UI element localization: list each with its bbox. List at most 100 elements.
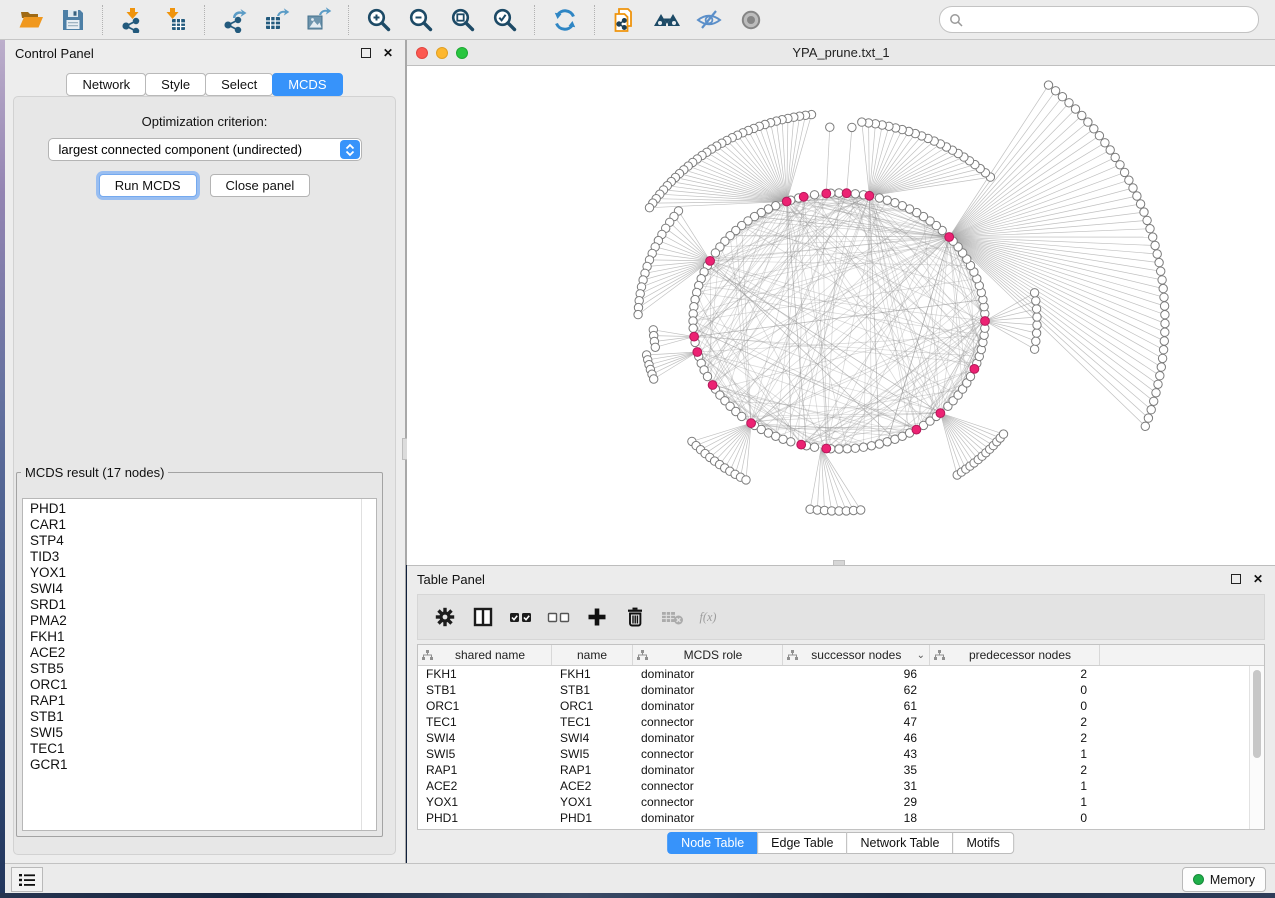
network-window-titlebar: YPA_prune.txt_1 <box>407 40 1275 66</box>
node-table-body: FKH1FKH1dominator962STB1STB1dominator620… <box>418 666 1264 826</box>
deselect-all-checks-icon[interactable] <box>546 604 572 630</box>
export-image-icon[interactable] <box>304 5 334 35</box>
optimization-criterion-label: Optimization criterion: <box>14 114 395 129</box>
mcds-result-item[interactable]: ACE2 <box>30 645 360 661</box>
table-row[interactable]: TEC1TEC1connector472 <box>418 714 1264 730</box>
mcds-result-item[interactable]: FKH1 <box>30 629 360 645</box>
cell-name: TEC1 <box>552 715 633 729</box>
open-file-icon[interactable] <box>16 5 46 35</box>
mcds-result-item[interactable]: SWI5 <box>30 725 360 741</box>
mcds-result-item[interactable]: ORC1 <box>30 677 360 693</box>
cell-mcds-role: connector <box>633 779 783 793</box>
export-table-icon[interactable] <box>262 5 292 35</box>
column-header-name[interactable]: name <box>552 645 633 665</box>
cell-name: FKH1 <box>552 667 633 681</box>
network-from-document-icon[interactable] <box>610 5 640 35</box>
tab-motifs[interactable]: Motifs <box>952 832 1013 854</box>
float-panel-button[interactable] <box>359 46 373 60</box>
show-all-icon[interactable] <box>736 5 766 35</box>
table-row[interactable]: STB1STB1dominator620 <box>418 682 1264 698</box>
hide-selected-icon[interactable] <box>694 5 724 35</box>
table-row[interactable]: SWI5SWI5connector431 <box>418 746 1264 762</box>
table-row[interactable]: PHD1PHD1dominator180 <box>418 810 1264 826</box>
search-box[interactable] <box>939 6 1259 33</box>
mcds-result-item[interactable]: PHD1 <box>30 501 360 517</box>
column-tree-icon <box>637 650 648 660</box>
table-row[interactable]: FKH1FKH1dominator962 <box>418 666 1264 682</box>
float-table-panel-button[interactable] <box>1229 572 1243 586</box>
mcds-result-item[interactable]: SRD1 <box>30 597 360 613</box>
table-row[interactable]: ORC1ORC1dominator610 <box>418 698 1264 714</box>
table-options-icon[interactable] <box>432 604 458 630</box>
export-network-icon[interactable] <box>220 5 250 35</box>
zoom-selected-icon[interactable] <box>490 5 520 35</box>
table-scrollbar[interactable] <box>1249 666 1264 829</box>
mcds-result-item[interactable]: PMA2 <box>30 613 360 629</box>
close-panel-button[interactable]: ✕ <box>381 46 395 60</box>
column-header-successor-nodes[interactable]: successor nodes⌄ <box>783 645 930 665</box>
first-neighbors-icon[interactable] <box>652 5 682 35</box>
mcds-list-scrollbar[interactable] <box>361 499 376 830</box>
close-table-panel-button[interactable]: ✕ <box>1251 572 1265 586</box>
mcds-result-item[interactable]: RAP1 <box>30 693 360 709</box>
mcds-result-item[interactable]: YOX1 <box>30 565 360 581</box>
mcds-result-item[interactable]: STP4 <box>30 533 360 549</box>
tab-mcds[interactable]: MCDS <box>272 73 342 96</box>
tab-network[interactable]: Network <box>66 73 146 96</box>
zoom-fit-icon[interactable] <box>448 5 478 35</box>
select-stepper-icon <box>340 140 360 159</box>
add-entry-icon[interactable] <box>584 604 610 630</box>
cell-predecessor-nodes: 1 <box>930 779 1100 793</box>
cell-mcds-role: dominator <box>633 683 783 697</box>
delete-entry-icon[interactable] <box>622 604 648 630</box>
save-session-icon[interactable] <box>58 5 88 35</box>
tab-edge-table[interactable]: Edge Table <box>757 832 847 854</box>
node-table: shared namenameMCDS rolesuccessor nodes⌄… <box>417 644 1265 830</box>
cell-successor-nodes: 18 <box>783 811 930 825</box>
cell-shared-name: RAP1 <box>418 763 552 777</box>
cell-mcds-role: connector <box>633 795 783 809</box>
zoom-in-icon[interactable] <box>364 5 394 35</box>
mcds-result-item[interactable]: TEC1 <box>30 741 360 757</box>
table-scrollbar-thumb[interactable] <box>1253 670 1261 758</box>
criterion-select[interactable]: largest connected component (undirected) <box>48 138 362 161</box>
control-panel-header: Control Panel ✕ <box>5 40 405 66</box>
network-graph-canvas[interactable] <box>407 65 1275 565</box>
run-mcds-button[interactable]: Run MCDS <box>99 174 197 197</box>
cell-successor-nodes: 29 <box>783 795 930 809</box>
tab-node-table[interactable]: Node Table <box>667 832 758 854</box>
tab-network-table[interactable]: Network Table <box>847 832 954 854</box>
toolbar-separator <box>534 5 536 35</box>
show-columns-icon[interactable] <box>470 604 496 630</box>
mcds-result-item[interactable]: SWI4 <box>30 581 360 597</box>
tab-select[interactable]: Select <box>205 73 273 96</box>
cell-predecessor-nodes: 2 <box>930 715 1100 729</box>
apply-preferred-layout-icon[interactable] <box>550 5 580 35</box>
table-row[interactable]: SWI4SWI4dominator462 <box>418 730 1264 746</box>
show-hide-panels-button[interactable] <box>11 867 43 892</box>
table-row[interactable]: ACE2ACE2connector311 <box>418 778 1264 794</box>
column-header-shared-name[interactable]: shared name <box>418 645 552 665</box>
mcds-result-item[interactable]: STB5 <box>30 661 360 677</box>
memory-button[interactable]: Memory <box>1182 867 1266 892</box>
column-header-predecessor-nodes[interactable]: predecessor nodes <box>930 645 1100 665</box>
cell-shared-name: SWI5 <box>418 747 552 761</box>
cell-name: SWI4 <box>552 731 633 745</box>
mcds-result-item[interactable]: TID3 <box>30 549 360 565</box>
import-network-icon[interactable] <box>118 5 148 35</box>
table-row[interactable]: YOX1YOX1connector291 <box>418 794 1264 810</box>
import-table-icon[interactable] <box>160 5 190 35</box>
cell-shared-name: STB1 <box>418 683 552 697</box>
mcds-result-item[interactable]: GCR1 <box>30 757 360 773</box>
mcds-result-item[interactable]: CAR1 <box>30 517 360 533</box>
function-builder-icon: f(x) <box>698 604 724 630</box>
search-input[interactable] <box>969 11 1249 28</box>
column-header-mcds-role[interactable]: MCDS role <box>633 645 783 665</box>
zoom-out-icon[interactable] <box>406 5 436 35</box>
table-row[interactable]: RAP1RAP1dominator352 <box>418 762 1264 778</box>
select-all-checks-icon[interactable] <box>508 604 534 630</box>
mcds-result-item[interactable]: STB1 <box>30 709 360 725</box>
column-tree-icon <box>787 650 798 660</box>
close-mcds-panel-button[interactable]: Close panel <box>210 174 311 197</box>
tab-style[interactable]: Style <box>145 73 206 96</box>
